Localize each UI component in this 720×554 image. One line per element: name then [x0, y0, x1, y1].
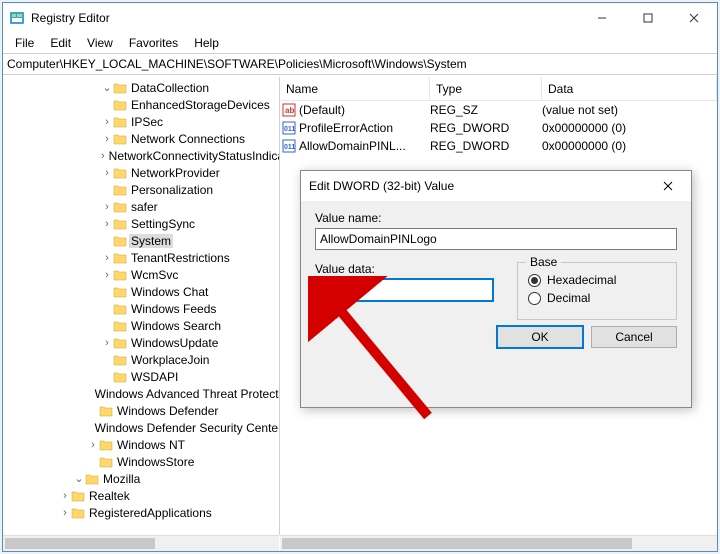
tree-item[interactable]: ⌄Mozilla — [3, 470, 279, 487]
tree-item[interactable]: ·Windows Defender Security Center — [3, 419, 279, 436]
tree-item[interactable]: ·Windows Defender — [3, 402, 279, 419]
tree-item[interactable]: ·Personalization — [3, 181, 279, 198]
tree-item[interactable]: ›RegisteredApplications — [3, 504, 279, 521]
registry-tree[interactable]: ⌄DataCollection·EnhancedStorageDevices›I… — [3, 77, 279, 535]
tree-item[interactable]: ›Windows NT — [3, 436, 279, 453]
ok-button[interactable]: OK — [497, 326, 583, 348]
tree-item[interactable]: ⌄DataCollection — [3, 79, 279, 96]
value-row[interactable]: 011AllowDomainPINL...REG_DWORD0x00000000… — [280, 137, 717, 155]
col-type[interactable]: Type — [430, 77, 542, 100]
tree-item[interactable]: ›IPSec — [3, 113, 279, 130]
menu-file[interactable]: File — [7, 34, 42, 52]
tree-item[interactable]: ·WSDAPI — [3, 368, 279, 385]
tree-item[interactable]: ›NetworkConnectivityStatusIndicator — [3, 147, 279, 164]
edit-dword-dialog: Edit DWORD (32-bit) Value Value name: Va… — [300, 170, 692, 408]
tree-item[interactable]: ›safer — [3, 198, 279, 215]
tree-item[interactable]: ›SettingSync — [3, 215, 279, 232]
address-bar[interactable]: Computer\HKEY_LOCAL_MACHINE\SOFTWARE\Pol… — [3, 53, 717, 75]
window-controls — [579, 3, 717, 33]
value-row[interactable]: 011ProfileErrorActionREG_DWORD0x00000000… — [280, 119, 717, 137]
col-name[interactable]: Name — [280, 77, 430, 100]
value-data-field[interactable] — [315, 279, 493, 301]
tree-item[interactable]: ›NetworkProvider — [3, 164, 279, 181]
tree-item[interactable]: ·System — [3, 232, 279, 249]
svg-text:011: 011 — [284, 126, 295, 133]
menubar: File Edit View Favorites Help — [3, 33, 717, 53]
values-header: Name Type Data — [280, 77, 717, 101]
tree-item[interactable]: ·Windows Advanced Threat Protection — [3, 385, 279, 402]
col-data[interactable]: Data — [542, 77, 717, 100]
dialog-title: Edit DWORD (32-bit) Value — [309, 179, 454, 193]
tree-item[interactable]: ›Realtek — [3, 487, 279, 504]
svg-text:ab: ab — [285, 106, 294, 115]
menu-view[interactable]: View — [79, 34, 121, 52]
values-list[interactable]: ab(Default)REG_SZ(value not set)011Profi… — [280, 101, 717, 155]
radio-dec-btn — [528, 292, 541, 305]
value-data-label: Value data: — [315, 262, 493, 276]
radio-dec-label: Decimal — [547, 291, 590, 305]
value-name-field[interactable] — [315, 228, 677, 250]
tree-hscroll[interactable] — [3, 535, 279, 551]
radio-hex-label: Hexadecimal — [547, 273, 616, 287]
titlebar: Registry Editor — [3, 3, 717, 33]
tree-item[interactable]: ·Windows Search — [3, 317, 279, 334]
base-label: Base — [526, 255, 561, 269]
tree-item[interactable]: ›WindowsUpdate — [3, 334, 279, 351]
address-text: Computer\HKEY_LOCAL_MACHINE\SOFTWARE\Pol… — [7, 57, 467, 71]
tree-item[interactable]: ›WcmSvc — [3, 266, 279, 283]
tree-item[interactable]: ›Network Connections — [3, 130, 279, 147]
radio-dec[interactable]: Decimal — [528, 291, 666, 305]
dialog-titlebar: Edit DWORD (32-bit) Value — [301, 171, 691, 201]
tree-item[interactable]: ›TenantRestrictions — [3, 249, 279, 266]
base-group: Base Hexadecimal Decimal — [517, 262, 677, 320]
dialog-close-button[interactable] — [653, 171, 683, 201]
minimize-button[interactable] — [579, 3, 625, 33]
tree-item[interactable]: ·WindowsStore — [3, 453, 279, 470]
tree-item[interactable]: ·EnhancedStorageDevices — [3, 96, 279, 113]
window-title: Registry Editor — [31, 11, 110, 25]
list-hscroll[interactable] — [280, 535, 717, 551]
radio-hex[interactable]: Hexadecimal — [528, 273, 666, 287]
radio-hex-btn — [528, 274, 541, 287]
app-icon — [9, 10, 25, 26]
tree-item[interactable]: ·Windows Feeds — [3, 300, 279, 317]
maximize-button[interactable] — [625, 3, 671, 33]
svg-text:011: 011 — [284, 144, 295, 151]
value-row[interactable]: ab(Default)REG_SZ(value not set) — [280, 101, 717, 119]
menu-favorites[interactable]: Favorites — [121, 34, 186, 52]
menu-edit[interactable]: Edit — [42, 34, 79, 52]
menu-help[interactable]: Help — [186, 34, 227, 52]
tree-item[interactable]: ·Windows Chat — [3, 283, 279, 300]
tree-pane: ⌄DataCollection·EnhancedStorageDevices›I… — [3, 77, 279, 535]
cancel-button[interactable]: Cancel — [591, 326, 677, 348]
tree-item[interactable]: ·WorkplaceJoin — [3, 351, 279, 368]
close-button[interactable] — [671, 3, 717, 33]
value-name-label: Value name: — [315, 211, 677, 225]
